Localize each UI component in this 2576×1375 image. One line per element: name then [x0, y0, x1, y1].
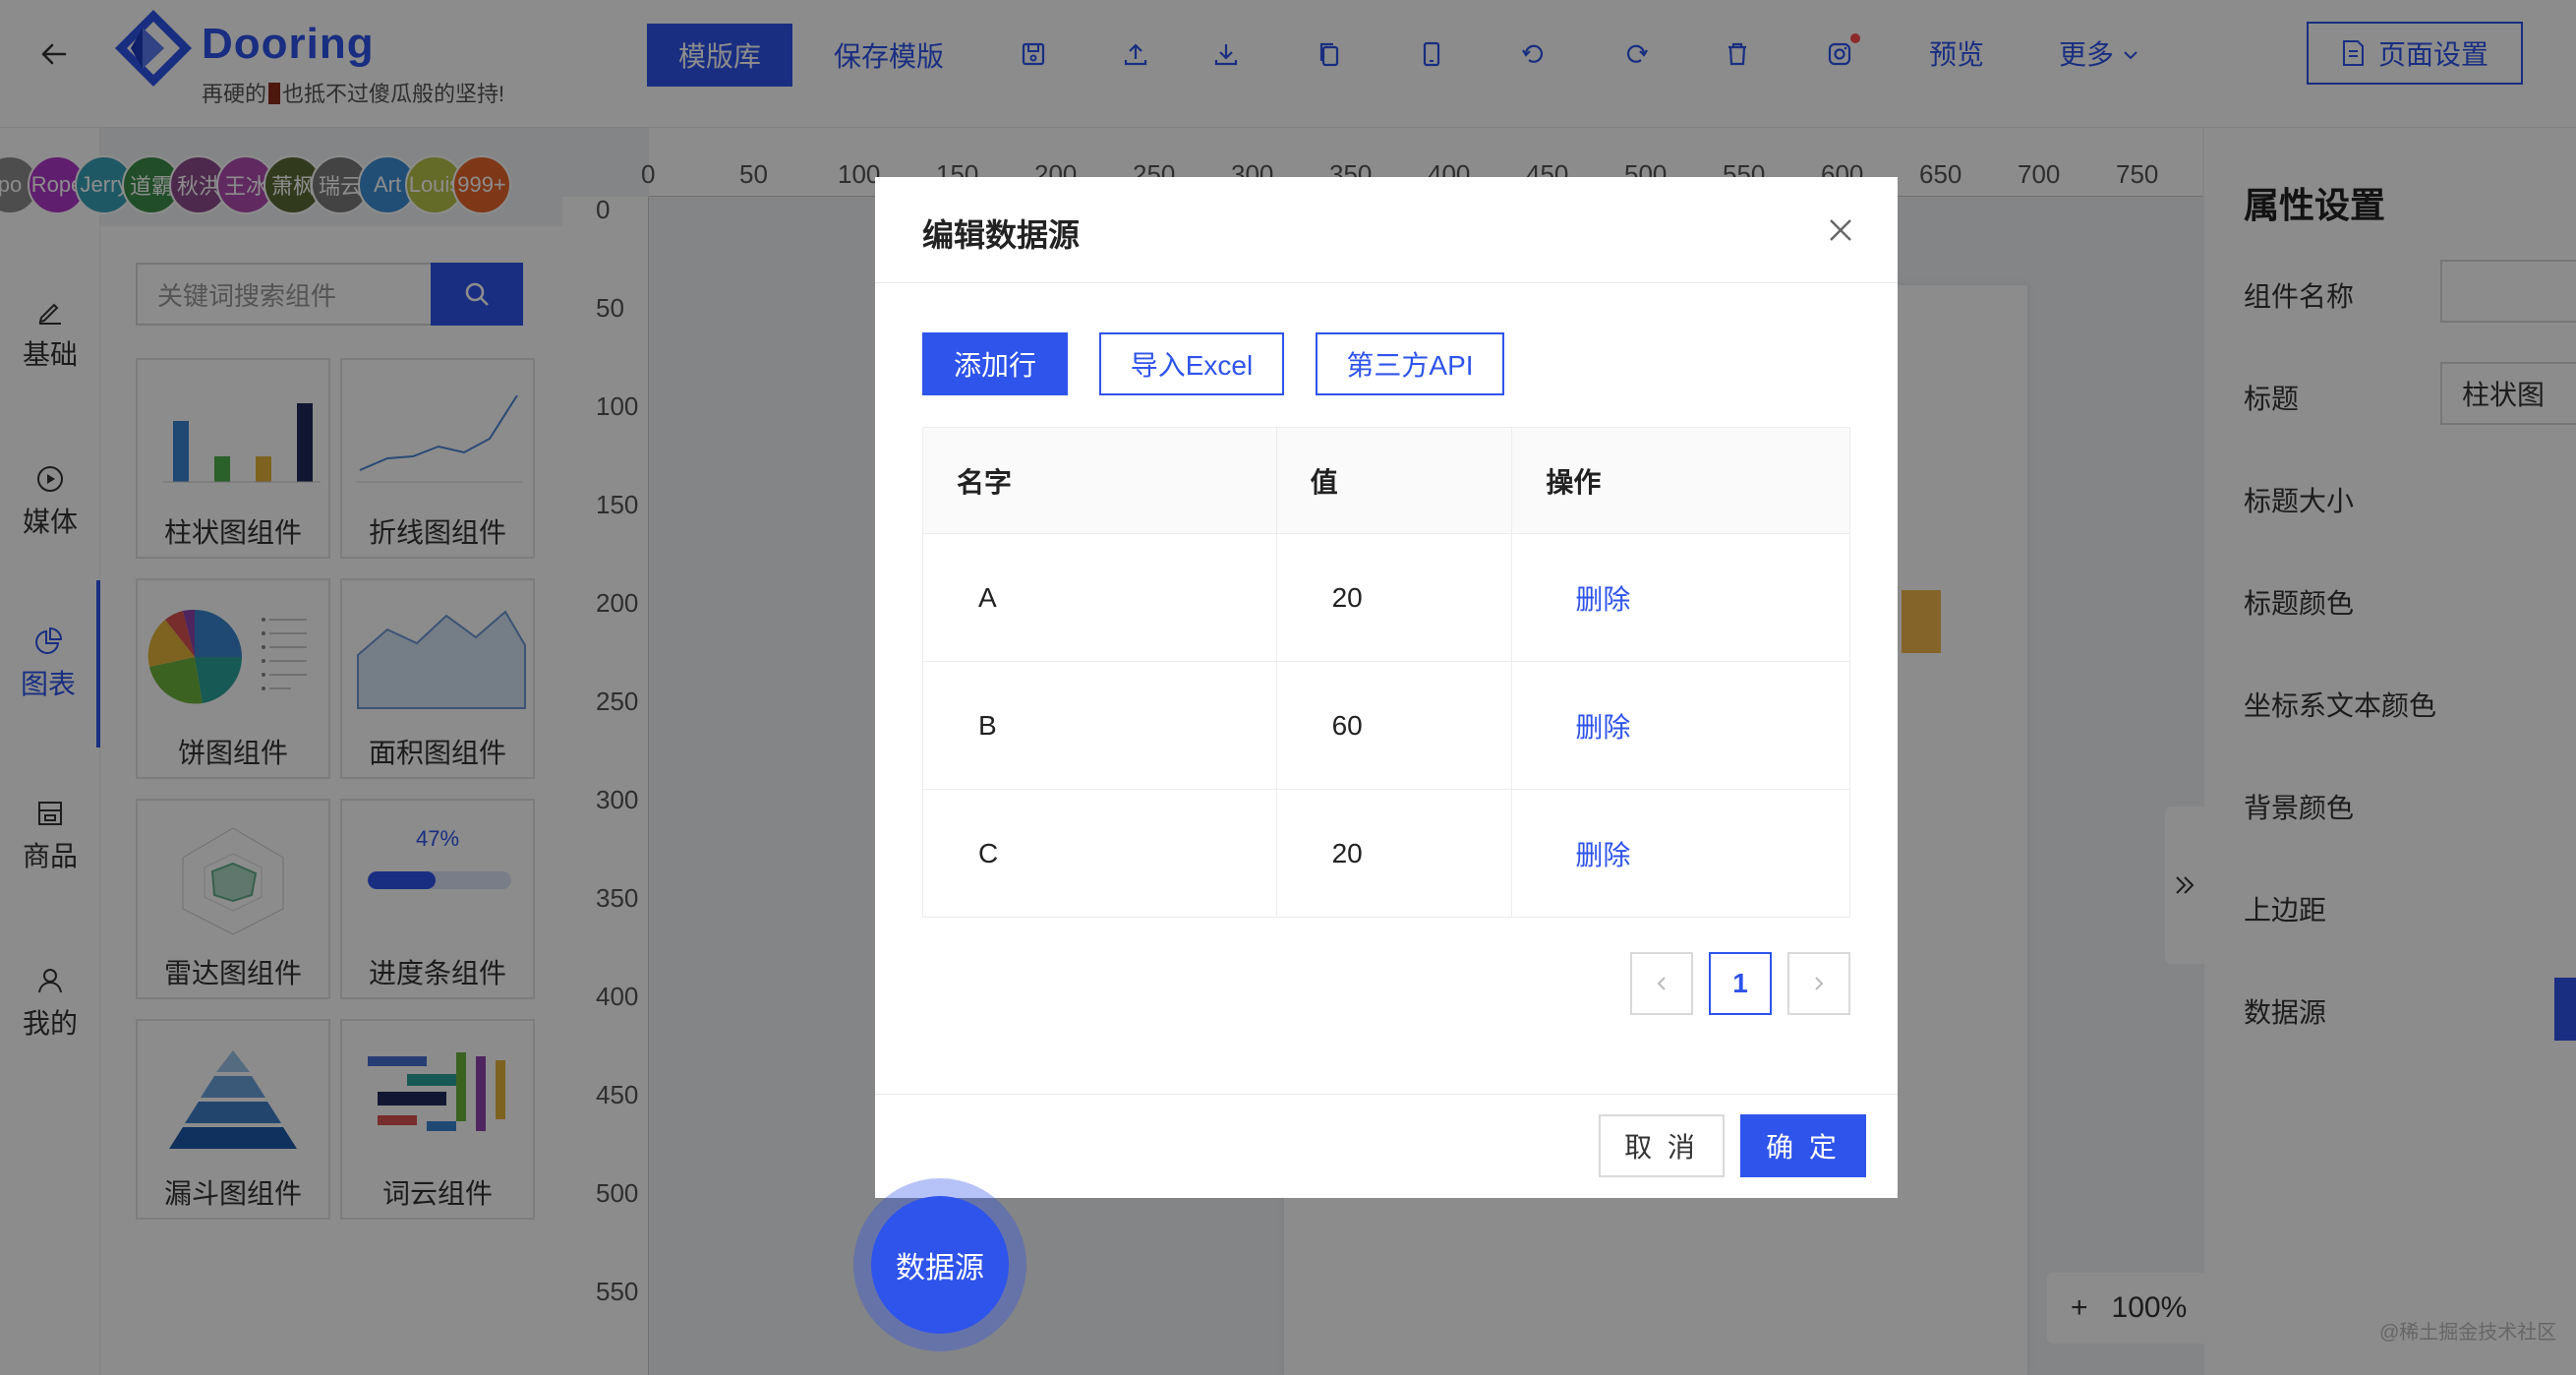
prev-page-button[interactable]: [1630, 952, 1693, 1015]
add-row-button[interactable]: 添加行: [922, 332, 1068, 395]
next-page-button[interactable]: [1787, 952, 1850, 1015]
close-icon[interactable]: [1823, 212, 1858, 248]
page-number-button[interactable]: 1: [1709, 952, 1772, 1015]
chevron-left-icon: [1657, 977, 1666, 990]
chevron-right-icon: [1815, 977, 1824, 990]
modal-header: 编辑数据源: [875, 177, 1898, 283]
data-source-table: 名字 值 操作 A 20 删除 B 60 删除 C 20 删除: [922, 427, 1850, 918]
cell-name[interactable]: C: [922, 789, 1277, 918]
ok-button[interactable]: 确 定: [1740, 1114, 1866, 1177]
table-row: C 20 删除: [922, 789, 1850, 918]
delete-row-link[interactable]: 删除: [1511, 533, 1850, 662]
cell-name[interactable]: B: [922, 661, 1277, 790]
delete-row-link[interactable]: 删除: [1511, 661, 1850, 790]
column-header-value: 值: [1275, 427, 1513, 534]
modal-title: 编辑数据源: [922, 217, 1081, 253]
table-header-row: 名字 值 操作: [922, 427, 1850, 534]
floating-data-source-button[interactable]: 数据源: [853, 1178, 1026, 1351]
cancel-button[interactable]: 取 消: [1599, 1114, 1725, 1177]
import-excel-button[interactable]: 导入Excel: [1099, 332, 1284, 395]
third-party-api-button[interactable]: 第三方API: [1316, 332, 1504, 395]
cell-value[interactable]: 60: [1275, 661, 1513, 790]
cell-name[interactable]: A: [922, 533, 1277, 662]
edit-data-source-modal: 编辑数据源 添加行 导入Excel 第三方API 名字 值 操作 A 20 删除…: [875, 177, 1898, 1198]
column-header-name: 名字: [922, 427, 1277, 534]
table-row: A 20 删除: [922, 533, 1850, 662]
table-row: B 60 删除: [922, 661, 1850, 790]
delete-row-link[interactable]: 删除: [1511, 789, 1850, 918]
cell-value[interactable]: 20: [1275, 533, 1513, 662]
cell-value[interactable]: 20: [1275, 789, 1513, 918]
floating-data-source-label: 数据源: [871, 1196, 1009, 1334]
modal-footer: 取 消 确 定: [875, 1094, 1898, 1198]
column-header-action: 操作: [1511, 427, 1850, 534]
